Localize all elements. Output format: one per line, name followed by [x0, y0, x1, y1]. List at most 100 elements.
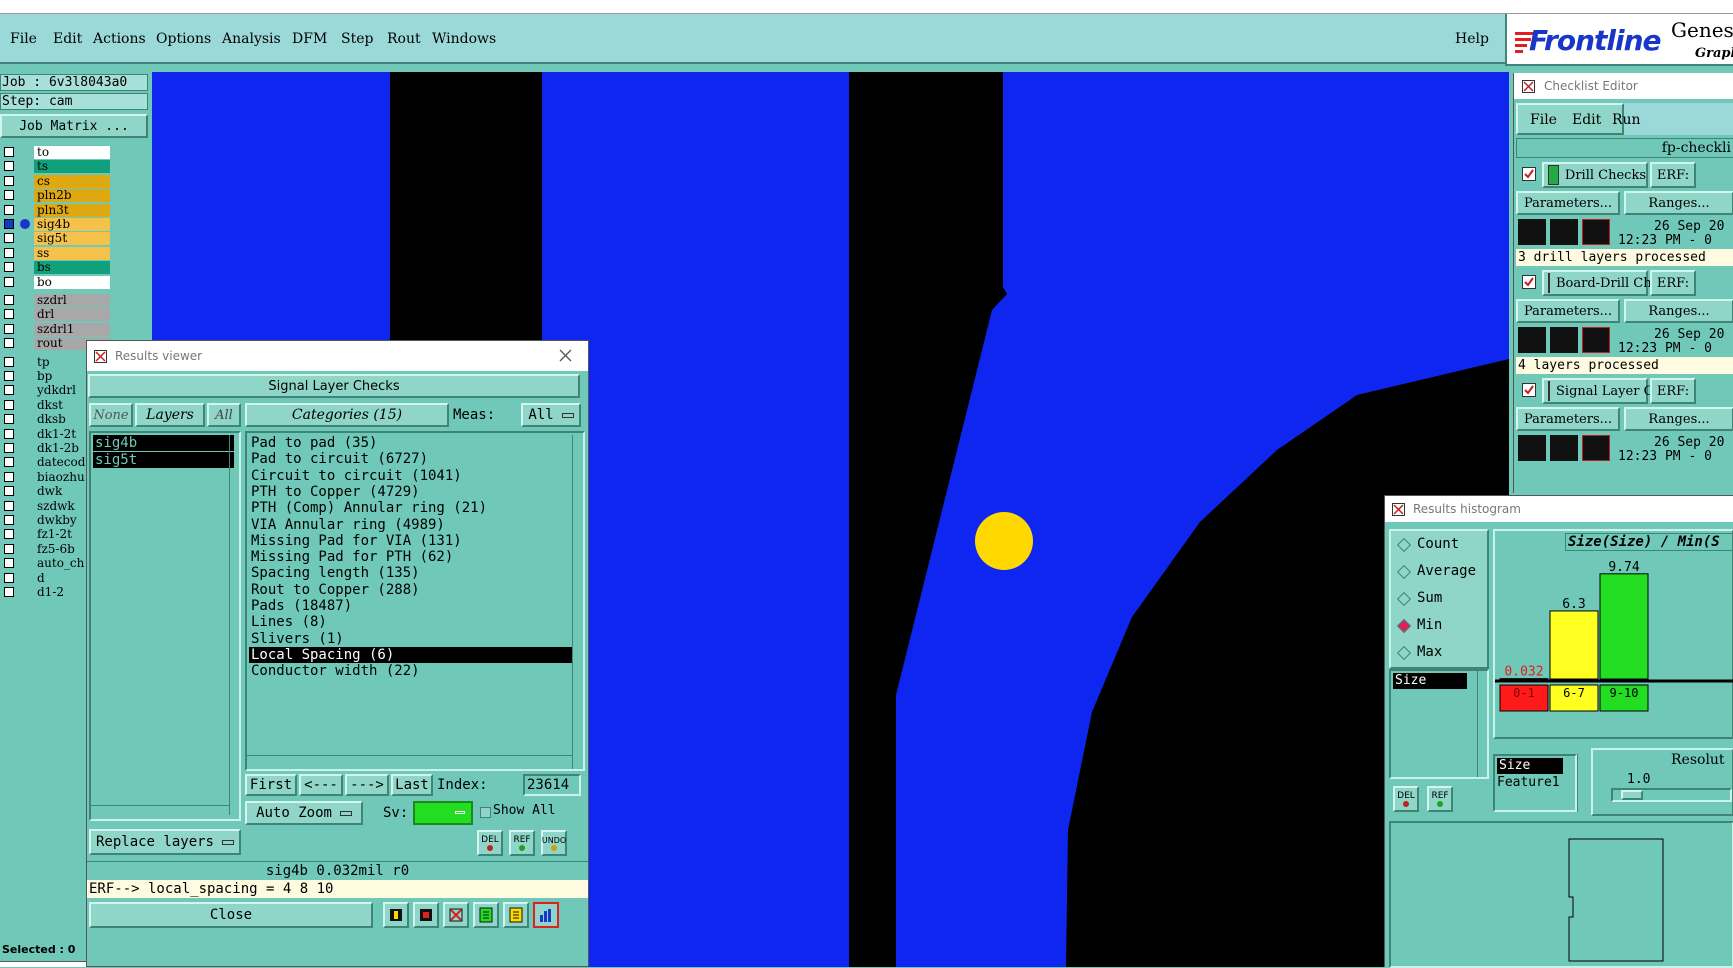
last-button[interactable]: Last	[391, 774, 433, 796]
run-check-icon[interactable]	[1550, 219, 1578, 245]
layer-checkbox[interactable]	[4, 443, 14, 453]
layer-results-list[interactable]: sig4b sig5t	[89, 431, 241, 821]
none-button[interactable]: None	[89, 403, 133, 427]
move-icon[interactable]	[383, 902, 409, 928]
layer-checkbox[interactable]	[4, 262, 14, 272]
categories-button[interactable]: Categories (15)	[245, 403, 449, 427]
layer-row[interactable]: cs	[4, 175, 136, 189]
layer-name[interactable]: pln2b	[34, 189, 110, 202]
layer-row[interactable]: ts	[4, 160, 136, 174]
layer-checkbox[interactable]	[4, 529, 14, 539]
layer-row[interactable]: szdrl1	[4, 323, 136, 337]
category-item[interactable]: Lines (8)	[249, 614, 572, 630]
menu-file[interactable]: File	[10, 31, 37, 47]
menu-step[interactable]: Step	[341, 31, 373, 47]
checklist-menu-run[interactable]: Run	[1612, 112, 1641, 128]
checklist-menu-edit[interactable]: Edit	[1572, 112, 1601, 128]
meas-select[interactable]: All	[521, 403, 581, 427]
check-name-button[interactable]: Board-Drill Che	[1542, 270, 1648, 296]
menu-windows[interactable]: Windows	[432, 31, 496, 47]
layer-name[interactable]: ss	[34, 247, 110, 260]
menu-rout[interactable]: Rout	[387, 31, 421, 47]
layer-checkbox[interactable]	[4, 309, 14, 319]
run-check-icon[interactable]	[1518, 435, 1546, 461]
highlight-marker[interactable]	[975, 512, 1033, 570]
layer-row[interactable]: szdrl	[4, 294, 136, 308]
layer-checkbox[interactable]	[4, 176, 14, 186]
menu-edit[interactable]: Edit	[53, 31, 82, 47]
ranges-button[interactable]: Ranges...	[1624, 407, 1733, 431]
layer-row[interactable]: drl	[4, 308, 136, 322]
menu-analysis[interactable]: Analysis	[222, 31, 281, 47]
layer-checkbox[interactable]	[4, 295, 14, 305]
layer-row[interactable]: to	[4, 146, 136, 160]
index-input[interactable]	[523, 774, 581, 796]
category-item[interactable]: Conductor width (22)	[249, 663, 572, 679]
layer-row[interactable]: pln2b	[4, 189, 136, 203]
layer-list-item[interactable]: sig5t	[93, 452, 234, 468]
net-icon[interactable]	[443, 902, 469, 928]
close-button[interactable]: Close	[89, 902, 373, 928]
histogram-del-icon[interactable]: DEL	[1393, 786, 1419, 812]
category-item[interactable]: Missing Pad for VIA (131)	[249, 533, 572, 549]
ref-icon[interactable]: REF	[509, 830, 535, 856]
layers-button[interactable]: Layers	[135, 403, 205, 427]
histogram-icon[interactable]	[533, 902, 559, 928]
check-enable-checkbox[interactable]	[1522, 383, 1536, 397]
layer-checkbox[interactable]	[4, 414, 14, 424]
category-item[interactable]: PTH (Comp) Annular ring (21)	[249, 500, 572, 516]
layer-checkbox[interactable]	[4, 501, 14, 511]
show-all-checkbox[interactable]	[480, 807, 491, 818]
erf-button[interactable]: ERF:	[1650, 162, 1696, 188]
severity-color-select[interactable]	[413, 801, 473, 825]
erf-button[interactable]: ERF:	[1650, 270, 1696, 296]
checklist-menu-file[interactable]: File	[1530, 112, 1557, 128]
run-check-icon[interactable]	[1550, 435, 1578, 461]
film-icon[interactable]	[413, 902, 439, 928]
histogram-bar[interactable]	[1600, 574, 1648, 679]
ranges-button[interactable]: Ranges...	[1624, 299, 1733, 323]
layer-checkbox[interactable]	[4, 324, 14, 334]
layer-name[interactable]: cs	[34, 175, 110, 188]
aggregate-radio-sum[interactable]: Sum	[1395, 589, 1485, 609]
category-item[interactable]: Slivers (1)	[249, 631, 572, 647]
category-item[interactable]: Circuit to circuit (1041)	[249, 468, 572, 484]
ranges-button[interactable]: Ranges...	[1624, 191, 1733, 215]
del-icon[interactable]: DEL	[477, 830, 503, 856]
layer-row[interactable]: sig4b	[4, 218, 136, 232]
report-icon[interactable]	[503, 902, 529, 928]
histogram-list-scrollbar[interactable]	[1577, 754, 1587, 812]
category-list-scrollbar[interactable]	[572, 435, 582, 769]
auto-zoom-select[interactable]: Auto Zoom	[245, 801, 363, 825]
layer-checkbox[interactable]	[4, 385, 14, 395]
menu-options[interactable]: Options	[156, 31, 211, 47]
layer-checkbox[interactable]	[4, 558, 14, 568]
layer-checkbox[interactable]	[4, 147, 14, 157]
category-item[interactable]: PTH to Copper (4729)	[249, 484, 572, 500]
layer-row[interactable]: pln3t	[4, 204, 136, 218]
layer-checkbox[interactable]	[4, 400, 14, 410]
layer-checkbox[interactable]	[4, 371, 14, 381]
category-list-hscrollbar[interactable]	[247, 755, 572, 767]
layer-name[interactable]: sig4b	[34, 218, 110, 231]
layer-list-item[interactable]: sig4b	[93, 435, 234, 451]
category-item[interactable]: Missing Pad for PTH (62)	[249, 549, 572, 565]
parameters-button[interactable]: Parameters...	[1516, 299, 1620, 323]
aggregate-radio-min[interactable]: Min	[1395, 616, 1485, 636]
layer-checkbox[interactable]	[4, 205, 14, 215]
resolution-slider-thumb[interactable]	[1621, 790, 1643, 800]
replace-layers-button[interactable]: Replace layers	[89, 829, 241, 855]
category-item[interactable]: Pad to circuit (6727)	[249, 451, 572, 467]
layer-name[interactable]: bo	[34, 276, 110, 289]
menu-actions[interactable]: Actions	[93, 31, 146, 47]
histogram-field-item[interactable]: Size	[1393, 673, 1467, 689]
check-name-button[interactable]: Drill Checks	[1542, 162, 1648, 188]
page-icon[interactable]	[473, 902, 499, 928]
category-list[interactable]: Pad to pad (35)Pad to circuit (6727)Circ…	[245, 431, 585, 771]
previous-button[interactable]: <---	[299, 774, 343, 796]
aggregate-radio-average[interactable]: Average	[1395, 562, 1485, 582]
histogram-bar[interactable]	[1550, 611, 1598, 679]
histogram-ref-icon[interactable]: REF	[1427, 786, 1453, 812]
layer-name[interactable]: szdrl	[34, 294, 110, 307]
resolution-slider[interactable]	[1611, 788, 1732, 802]
